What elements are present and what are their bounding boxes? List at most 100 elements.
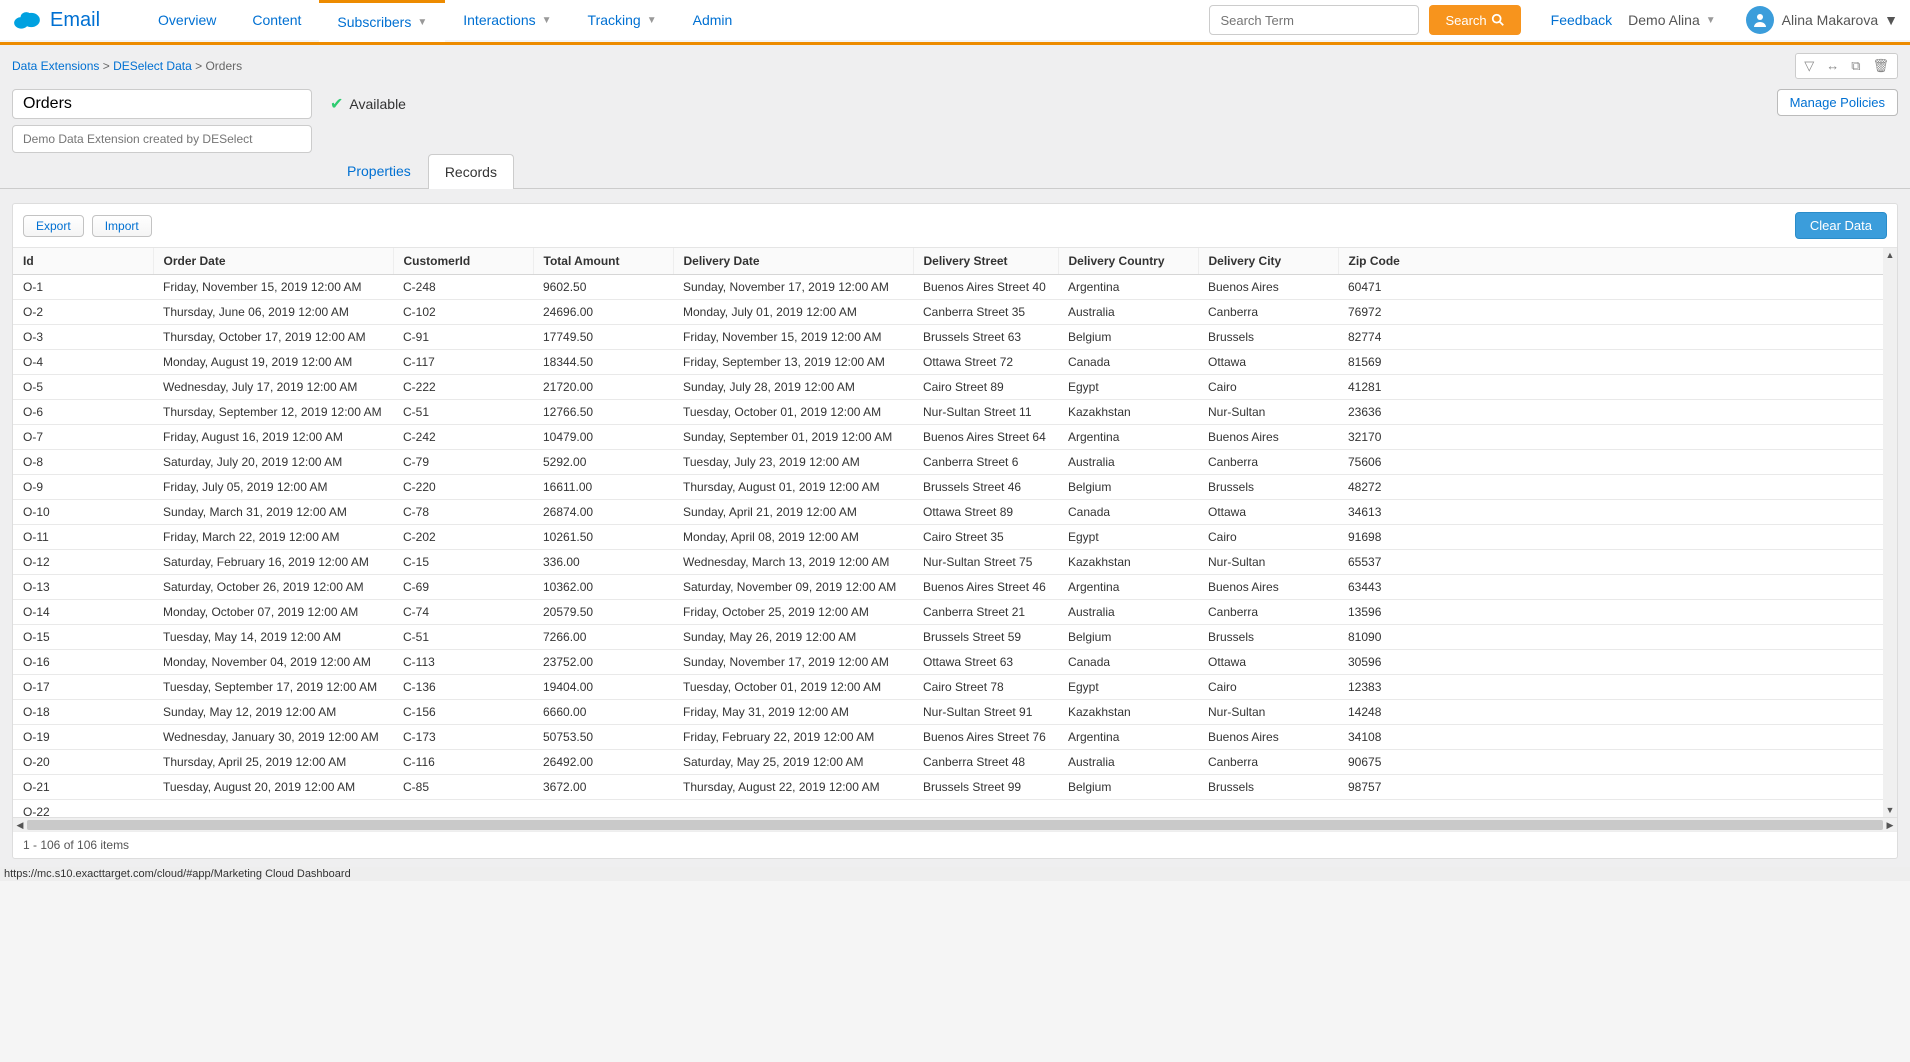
nav-tab-label: Content [252,12,301,28]
table-cell: Buenos Aires Street 40 [913,275,1058,300]
table-cell: 34108 [1338,725,1897,750]
breadcrumb-current: Orders [205,59,242,73]
table-cell: Belgium [1058,625,1198,650]
breadcrumb-link[interactable]: Data Extensions [12,59,99,73]
table-cell: Monday, November 04, 2019 12:00 AM [153,650,393,675]
table-cell: O-18 [13,700,153,725]
table-row[interactable]: O-16Monday, November 04, 2019 12:00 AMC-… [13,650,1897,675]
scroll-left-icon[interactable]: ◀ [13,818,27,832]
column-header[interactable]: Delivery Date [673,248,913,275]
search-input[interactable] [1209,5,1419,35]
column-header[interactable]: Id [13,248,153,275]
clear-data-button[interactable]: Clear Data [1795,212,1887,239]
table-row[interactable]: O-13Saturday, October 26, 2019 12:00 AMC… [13,575,1897,600]
table-cell: O-10 [13,500,153,525]
table-cell: O-9 [13,475,153,500]
nav-tab-interactions[interactable]: Interactions▼ [445,0,569,41]
table-row[interactable]: O-4Monday, August 19, 2019 12:00 AMC-117… [13,350,1897,375]
column-header[interactable]: Order Date [153,248,393,275]
horizontal-scrollbar[interactable]: ◀ ▶ [13,817,1897,831]
table-row[interactable]: O-19Wednesday, January 30, 2019 12:00 AM… [13,725,1897,750]
feedback-link[interactable]: Feedback [1551,12,1612,28]
trash-icon[interactable]: 🗑 [1868,56,1893,76]
extension-name-input[interactable] [12,89,312,119]
table-row[interactable]: O-1Friday, November 15, 2019 12:00 AMC-2… [13,275,1897,300]
table-cell: Sunday, April 21, 2019 12:00 AM [673,500,913,525]
breadcrumb-link[interactable]: DESelect Data [113,59,192,73]
table-cell: Tuesday, August 20, 2019 12:00 AM [153,775,393,800]
table-row[interactable]: O-10Sunday, March 31, 2019 12:00 AMC-782… [13,500,1897,525]
nav-tab-subscribers[interactable]: Subscribers▼ [319,0,445,42]
data-table: IdOrder DateCustomerIdTotal AmountDelive… [13,248,1897,817]
table-cell: C-85 [393,775,533,800]
table-row[interactable]: O-22 [13,800,1897,818]
extension-description-input[interactable] [12,125,312,153]
table-cell: Brussels Street 63 [913,325,1058,350]
scroll-thumb[interactable] [27,820,1883,830]
table-row[interactable]: O-18Sunday, May 12, 2019 12:00 AMC-15666… [13,700,1897,725]
table-row[interactable]: O-12Saturday, February 16, 2019 12:00 AM… [13,550,1897,575]
scroll-right-icon[interactable]: ▶ [1883,818,1897,832]
table-row[interactable]: O-7Friday, August 16, 2019 12:00 AMC-242… [13,425,1897,450]
table-cell: O-5 [13,375,153,400]
table-cell: 21720.00 [533,375,673,400]
table-row[interactable]: O-20Thursday, April 25, 2019 12:00 AMC-1… [13,750,1897,775]
table-cell: Sunday, November 17, 2019 12:00 AM [673,650,913,675]
scroll-up-icon[interactable]: ▲ [1883,248,1897,262]
column-header[interactable]: Delivery Street [913,248,1058,275]
app-title: Email [50,9,100,32]
tab-properties[interactable]: Properties [330,153,428,188]
table-row[interactable]: O-5Wednesday, July 17, 2019 12:00 AMC-22… [13,375,1897,400]
export-button[interactable]: Export [23,215,84,237]
filter-icon[interactable]: ▽ [1800,56,1818,76]
chevron-down-icon: ▼ [647,15,657,26]
table-row[interactable]: O-2Thursday, June 06, 2019 12:00 AMC-102… [13,300,1897,325]
table-cell: 336.00 [533,550,673,575]
table-cell: O-20 [13,750,153,775]
nav-tab-admin[interactable]: Admin [675,0,751,41]
table-row[interactable]: O-11Friday, March 22, 2019 12:00 AMC-202… [13,525,1897,550]
table-row[interactable]: O-3Thursday, October 17, 2019 12:00 AMC-… [13,325,1897,350]
move-icon[interactable]: ↔ [1822,56,1843,76]
column-header[interactable]: Delivery Country [1058,248,1198,275]
search-button[interactable]: Search [1429,5,1520,35]
table-cell: Argentina [1058,725,1198,750]
tab-records[interactable]: Records [428,154,514,189]
avatar [1746,6,1774,34]
import-button[interactable]: Import [92,215,152,237]
table-row[interactable]: O-6Thursday, September 12, 2019 12:00 AM… [13,400,1897,425]
table-row[interactable]: O-21Tuesday, August 20, 2019 12:00 AMC-8… [13,775,1897,800]
nav-tab-overview[interactable]: Overview [140,0,234,41]
table-row[interactable]: O-8Saturday, July 20, 2019 12:00 AMC-795… [13,450,1897,475]
table-cell: Thursday, June 06, 2019 12:00 AM [153,300,393,325]
copy-icon[interactable]: ⧉ [1847,56,1864,76]
content-area: Export Import Clear Data IdOrder DateCus… [0,189,1910,867]
account-menu[interactable]: Demo Alina ▼ [1628,12,1716,28]
manage-policies-button[interactable]: Manage Policies [1777,89,1898,116]
table-scroll-area[interactable]: IdOrder DateCustomerIdTotal AmountDelive… [13,248,1897,817]
table-row[interactable]: O-9Friday, July 05, 2019 12:00 AMC-22016… [13,475,1897,500]
table-cell: C-69 [393,575,533,600]
nav-tab-tracking[interactable]: Tracking▼ [570,0,675,41]
top-navigation: Email Overview Content Subscribers▼Interac… [0,0,1910,42]
vertical-scrollbar[interactable]: ▲ ▼ [1883,248,1897,817]
table-cell: 12383 [1338,675,1897,700]
table-row[interactable]: O-14Monday, October 07, 2019 12:00 AMC-7… [13,600,1897,625]
table-cell: O-11 [13,525,153,550]
column-header[interactable]: Total Amount [533,248,673,275]
column-header[interactable]: Delivery City [1198,248,1338,275]
user-profile-menu[interactable]: Alina Makarova ▼ [1746,6,1898,34]
nav-tab-content[interactable]: Content [234,0,319,41]
table-cell: Belgium [1058,325,1198,350]
chevron-down-icon: ▼ [542,15,552,26]
column-header[interactable]: CustomerId [393,248,533,275]
table-row[interactable]: O-15Tuesday, May 14, 2019 12:00 AMC-5172… [13,625,1897,650]
table-cell: Friday, July 05, 2019 12:00 AM [153,475,393,500]
table-cell: C-116 [393,750,533,775]
scroll-down-icon[interactable]: ▼ [1883,803,1897,817]
table-cell: Wednesday, March 13, 2019 12:00 AM [673,550,913,575]
table-cell: Argentina [1058,425,1198,450]
table-row[interactable]: O-17Tuesday, September 17, 2019 12:00 AM… [13,675,1897,700]
column-header[interactable]: Zip Code [1338,248,1897,275]
breadcrumb: Data Extensions > DESelect Data > Orders [12,59,242,73]
